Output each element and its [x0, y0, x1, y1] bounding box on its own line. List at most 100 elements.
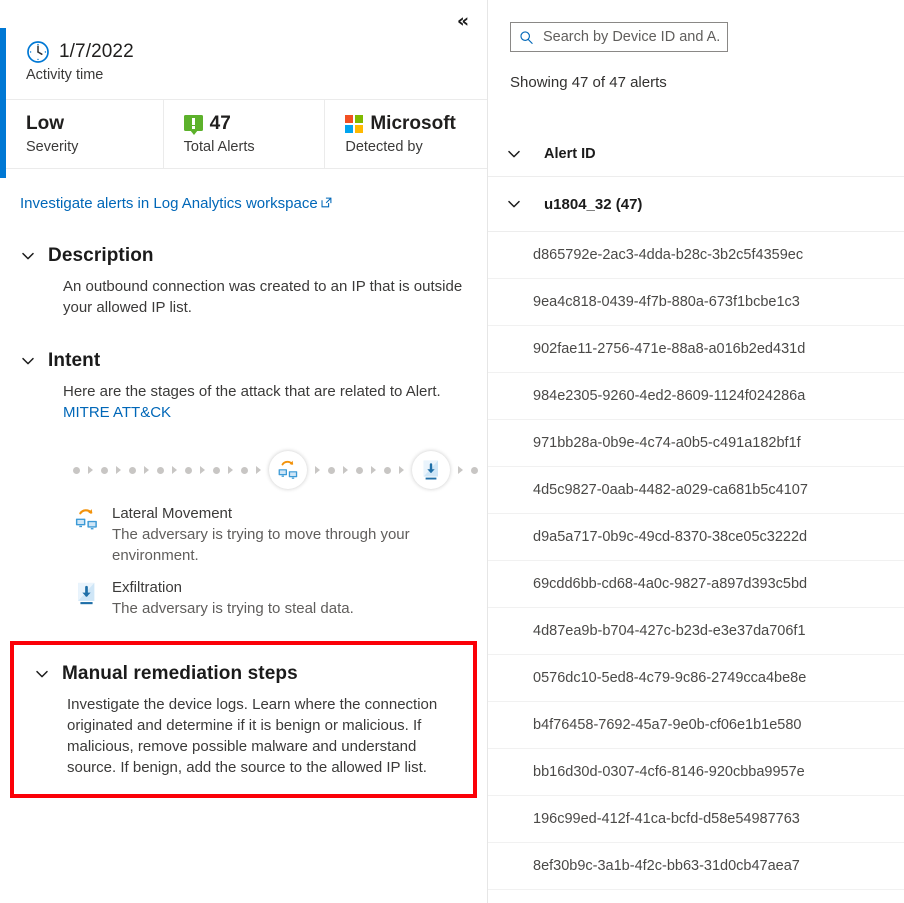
kill-chain-node-lateral-movement[interactable] — [269, 451, 307, 489]
total-alerts-value: 47 — [210, 113, 231, 135]
manual-remediation-highlight-box: Manual remediation steps Investigate the… — [10, 641, 477, 798]
alert-row[interactable]: 69cdd6bb-cd68-4a0c-9827-a897d393c5bd — [488, 561, 904, 608]
activity-time-value: 1/7/2022 — [59, 41, 134, 63]
alert-id-column-label: Alert ID — [544, 146, 596, 162]
kill-chain-dot — [73, 467, 80, 474]
alert-row[interactable]: 196c99ed-412f-41ca-bcfd-d58e54987763 — [488, 796, 904, 843]
mitre-attack-link[interactable]: MITRE ATT&CK — [63, 404, 171, 421]
alert-details-page: « 1/7/2022 Activity time — [0, 0, 904, 903]
description-section: Description An outbound connection was c… — [0, 245, 487, 318]
alert-row[interactable]: 984e2305-9260-4ed2-8609-1124f024286a — [488, 373, 904, 420]
kill-chain-dot — [241, 467, 248, 474]
severity-accent-bar — [0, 28, 6, 178]
kill-chain-dot — [356, 467, 363, 474]
alert-row[interactable]: b4f76458-7692-45a7-9e0b-cf06e1b1e580 — [488, 702, 904, 749]
kill-chain-dot — [185, 467, 192, 474]
search-row — [488, 0, 904, 52]
alerts-list: d865792e-2ac3-4dda-b28c-3b2c5f4359ec9ea4… — [488, 232, 904, 890]
stage-exfiltration: Exfiltration The adversary is trying to … — [73, 578, 487, 619]
kill-chain-dot — [213, 467, 220, 474]
stage-name: Exfiltration — [112, 578, 354, 598]
remediation-title: Manual remediation steps — [62, 663, 298, 685]
alert-row[interactable]: 8ef30b9c-3a1b-4f2c-bb63-31d0cb47aea7 — [488, 843, 904, 890]
remediation-body: Investigate the device logs. Learn where… — [67, 694, 457, 778]
clock-icon — [26, 40, 50, 64]
investigate-log-analytics-label: Investigate alerts in Log Analytics work… — [20, 195, 318, 212]
chevron-down-icon — [506, 196, 522, 212]
kill-chain-dot — [328, 467, 335, 474]
kill-chain-dot — [384, 467, 391, 474]
stat-total-alerts: 47 Total Alerts — [164, 100, 326, 168]
chevron-down-icon — [34, 666, 50, 682]
alert-row[interactable]: d9a5a717-0b9c-49cd-8370-38ce05c3222d — [488, 514, 904, 561]
total-alerts-value-row: 47 — [184, 111, 325, 136]
log-analytics-link-row: Investigate alerts in Log Analytics work… — [0, 169, 487, 213]
kill-chain-arrow-icon — [200, 466, 205, 474]
alert-row[interactable]: 971bb28a-0b9e-4c74-a0b5-c491a182bf1f — [488, 420, 904, 467]
detected-by-label: Detected by — [345, 139, 487, 155]
description-body: An outbound connection was created to an… — [63, 276, 463, 318]
kill-chain-node-exfiltration[interactable] — [412, 451, 450, 489]
alert-row[interactable]: 4d5c9827-0aab-4482-a029-ca681b5c4107 — [488, 467, 904, 514]
alert-row[interactable]: 4d87ea9b-b704-427c-b23d-e3e37da706f1 — [488, 608, 904, 655]
stat-detected-by: Microsoft Detected by — [325, 100, 487, 168]
stage-lateral-movement: Lateral Movement The adversary is trying… — [73, 504, 487, 566]
alert-row[interactable]: 902fae11-2756-471e-88a8-a016b2ed431d — [488, 326, 904, 373]
intent-body: Here are the stages of the attack that a… — [63, 381, 463, 423]
description-section-header[interactable]: Description — [20, 245, 487, 267]
chevron-down-icon — [506, 146, 522, 162]
alerts-count-label: Showing 47 of 47 alerts — [488, 52, 904, 91]
remediation-section-header[interactable]: Manual remediation steps — [34, 663, 459, 685]
alert-row[interactable]: d865792e-2ac3-4dda-b28c-3b2c5f4359ec — [488, 232, 904, 279]
kill-chain-arrow-icon — [172, 466, 177, 474]
kill-chain-arrow-icon — [88, 466, 93, 474]
kill-chain-arrow-icon — [116, 466, 121, 474]
attack-stages-list: Lateral Movement The adversary is trying… — [73, 504, 487, 619]
intent-body-text: Here are the stages of the attack that a… — [63, 383, 441, 400]
alerts-list-panel: Showing 47 of 47 alerts Alert ID u1804_3… — [488, 0, 904, 903]
alert-stats-row: Low Severity 47 Total Alerts — [0, 99, 487, 168]
microsoft-logo-icon — [345, 115, 363, 133]
activity-time-label: Activity time — [26, 67, 487, 83]
kill-chain-arrow-icon — [458, 466, 463, 474]
severity-value: Low — [26, 111, 163, 136]
stage-description: The adversary is trying to steal data. — [112, 598, 354, 619]
kill-chain-dot — [471, 467, 478, 474]
activity-time-block: 1/7/2022 Activity time — [0, 28, 487, 99]
kill-chain-dot — [157, 467, 164, 474]
detected-by-value: Microsoft — [370, 113, 456, 135]
alert-id-column-header[interactable]: Alert ID — [488, 131, 904, 177]
alert-group-row[interactable]: u1804_32 (47) — [488, 177, 904, 232]
search-box[interactable] — [510, 22, 728, 52]
remediation-section: Manual remediation steps Investigate the… — [24, 663, 459, 778]
kill-chain-dot — [101, 467, 108, 474]
exfiltration-icon — [73, 580, 100, 607]
intent-section-header[interactable]: Intent — [20, 350, 487, 372]
kill-chain-arrow-icon — [256, 466, 261, 474]
lateral-movement-icon — [73, 506, 100, 533]
stage-text-block: Lateral Movement The adversary is trying… — [112, 504, 472, 566]
stage-text-block: Exfiltration The adversary is trying to … — [112, 578, 354, 619]
alert-details-panel: « 1/7/2022 Activity time — [0, 0, 488, 903]
exfiltration-icon — [419, 458, 443, 482]
external-link-icon — [320, 196, 333, 209]
kill-chain-arrow-icon — [144, 466, 149, 474]
detected-by-value-row: Microsoft — [345, 111, 487, 136]
alert-row[interactable]: 0576dc10-5ed8-4c79-9c86-2749cca4be8e — [488, 655, 904, 702]
chevron-down-icon — [20, 248, 36, 264]
total-alerts-label: Total Alerts — [184, 139, 325, 155]
stat-severity: Low Severity — [0, 100, 164, 168]
search-input[interactable] — [543, 29, 719, 45]
kill-chain-arrow-icon — [343, 466, 348, 474]
kill-chain-dot — [129, 467, 136, 474]
kill-chain-arrow-icon — [228, 466, 233, 474]
kill-chain-arrow-icon — [371, 466, 376, 474]
alert-row[interactable]: bb16d30d-0307-4cf6-8146-920cbba9957e — [488, 749, 904, 796]
intent-section: Intent Here are the stages of the attack… — [0, 350, 487, 619]
intent-title: Intent — [48, 350, 100, 372]
alert-row[interactable]: 9ea4c818-0439-4f7b-880a-673f1bcbe1c3 — [488, 279, 904, 326]
search-icon — [519, 30, 534, 45]
kill-chain-arrow-icon — [315, 466, 320, 474]
kill-chain-timeline — [73, 450, 487, 490]
investigate-log-analytics-link[interactable]: Investigate alerts in Log Analytics work… — [20, 195, 333, 212]
